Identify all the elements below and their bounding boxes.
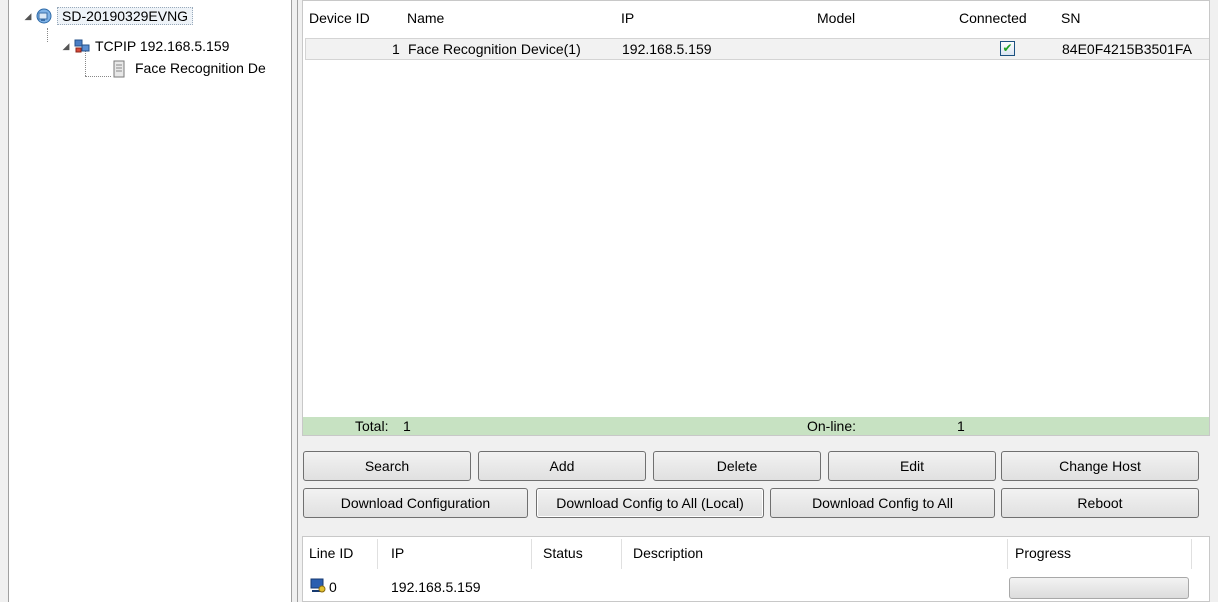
column-header-sn[interactable]: SN — [1061, 10, 1080, 26]
cell-ip: 192.168.5.159 — [622, 41, 712, 57]
grid-status-bar: Total: 1 On-line: 1 — [303, 417, 1209, 435]
tree-node-device-label[interactable]: Face Recognition De — [135, 60, 266, 76]
online-label: On-line: — [807, 418, 857, 434]
download-config-to-all-local-button[interactable]: Download Config to All (Local) — [536, 488, 764, 518]
tree-node-root[interactable]: ◢ SD-20190329EVNG — [23, 6, 194, 26]
device-grid[interactable]: Device ID Name IP Model Connected SN 1 F… — [302, 0, 1210, 436]
column-header-model[interactable]: Model — [817, 10, 855, 26]
device-tree[interactable]: ◢ SD-20190329EVNG ◢ TCPIP 192.168.5.159 — [9, 0, 291, 602]
add-button[interactable]: Add — [478, 451, 646, 481]
device-icon — [113, 60, 125, 78]
cell-sn: 84E0F4215B3501FA — [1062, 41, 1192, 57]
network-connection-icon — [73, 38, 91, 54]
download-config-to-all-button[interactable]: Download Config to All — [770, 488, 995, 518]
column-header-description[interactable]: Description — [633, 545, 703, 561]
cell-line-id: 0 — [329, 579, 337, 595]
line-grid[interactable]: Line ID IP Status Description Progress 0… — [302, 536, 1210, 602]
total-value: 1 — [403, 418, 411, 434]
edit-button[interactable]: Edit — [828, 451, 996, 481]
column-header-status[interactable]: Status — [543, 545, 583, 561]
column-header-connected[interactable]: Connected — [959, 10, 1027, 26]
network-line-icon — [309, 577, 327, 598]
tree-node-device[interactable]: Face Recognition De — [113, 58, 266, 78]
change-host-button[interactable]: Change Host — [1001, 451, 1199, 481]
main-panel: Device ID Name IP Model Connected SN 1 F… — [298, 0, 1218, 602]
tree-node-connection-label[interactable]: TCPIP 192.168.5.159 — [95, 38, 229, 54]
computer-network-icon — [35, 8, 53, 24]
table-row[interactable]: 1 Face Recognition Device(1) 192.168.5.1… — [305, 38, 1209, 60]
tree-node-root-label[interactable]: SD-20190329EVNG — [57, 7, 194, 25]
delete-button[interactable]: Delete — [653, 451, 821, 481]
line-progress-bar — [1009, 577, 1189, 599]
expand-arrow-icon[interactable]: ◢ — [61, 41, 71, 51]
reboot-button[interactable]: Reboot — [1001, 488, 1199, 518]
column-header-line-id[interactable]: Line ID — [309, 545, 353, 561]
column-header-ip[interactable]: IP — [621, 10, 634, 26]
download-configuration-button[interactable]: Download Configuration — [303, 488, 528, 518]
column-header-progress[interactable]: Progress — [1015, 545, 1071, 561]
cell-name: Face Recognition Device(1) — [408, 41, 581, 57]
cell-line-ip: 192.168.5.159 — [391, 579, 481, 595]
tree-node-connection[interactable]: ◢ TCPIP 192.168.5.159 — [61, 36, 230, 56]
total-label: Total: — [355, 418, 389, 434]
search-button[interactable]: Search — [303, 451, 471, 481]
online-value: 1 — [957, 418, 965, 434]
expand-arrow-icon[interactable]: ◢ — [23, 11, 33, 21]
column-header-name[interactable]: Name — [407, 10, 444, 26]
panel-splitter[interactable] — [291, 0, 298, 602]
window-frame-edge — [0, 0, 9, 602]
connected-checkbox[interactable]: ✔ — [1000, 41, 1015, 56]
device-grid-header: Device ID Name IP Model Connected SN — [303, 1, 1209, 35]
cell-device-id: 1 — [392, 41, 400, 57]
column-header-ip[interactable]: IP — [391, 545, 404, 561]
column-header-device-id[interactable]: Device ID — [309, 10, 370, 26]
